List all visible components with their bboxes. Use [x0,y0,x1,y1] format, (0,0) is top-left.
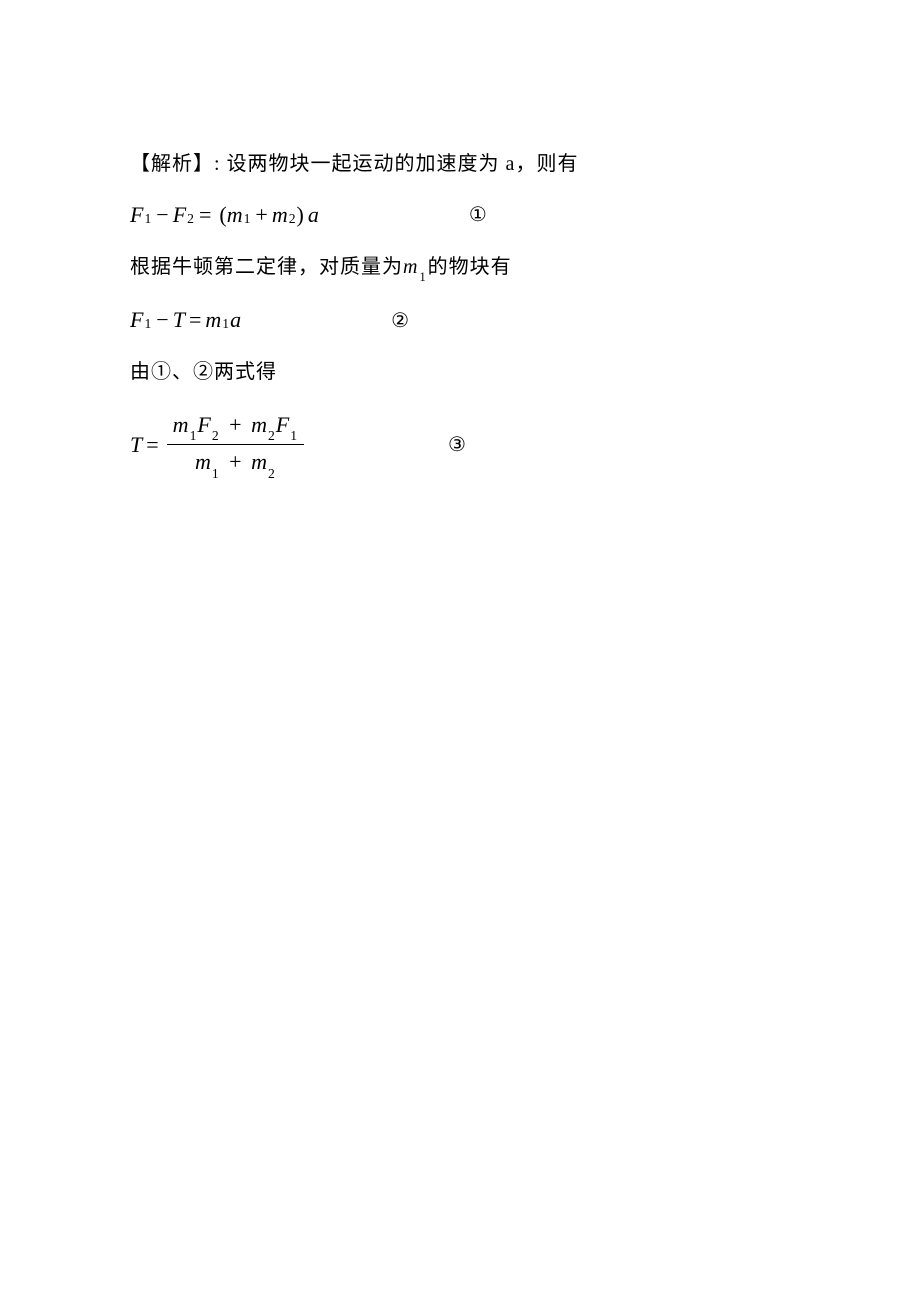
line2-prefix: 根据牛顿第二定律，对质量为 [130,256,403,278]
eq3-den-m2: m [251,449,267,474]
eq3-denominator: m1 + m2 [189,445,282,481]
line2-m-sub: 1 [419,270,426,284]
eq2-T: T [173,305,185,336]
eq3-den-m2-sub: 2 [268,466,275,481]
eq3-den-m1-sub: 1 [212,466,219,481]
eq1-plus: + [255,200,267,231]
eq3-eq: = [146,430,158,461]
analysis-prefix: 【解析】: [130,153,221,175]
eq3-den-m1: m [195,449,211,474]
eq2-m1-sub: 1 [222,314,229,333]
equation-1: F1 − F2 = ( m1 + m2 ) a ① [130,200,790,231]
eq3-num-m2-sub: 2 [268,428,275,443]
line2-m: m [403,256,418,278]
line2-suffix: 的物块有 [428,256,512,278]
equation-2: F1 − T = m1 a ② [130,305,790,336]
eq3-num-F1-sub: 1 [290,428,297,443]
eq3-num-m2: m [251,412,267,437]
eq1-m1-sub: 1 [244,209,251,228]
eq1-lparen: ( [219,200,226,231]
eq3-num-F1: F [276,412,289,437]
eq2-F1-sub: 1 [144,314,151,333]
eq2-minus: − [156,305,168,336]
eq1-a: a [308,200,319,231]
line3-text: 由①、②两式得 [130,361,277,383]
analysis-text-1: 设两物块一起运动的加速度为 a，则有 [227,153,579,175]
eq3-num-m1: m [173,412,189,437]
equation-1-body: F1 − F2 = ( m1 + m2 ) a [130,200,319,231]
eq2-a: a [230,305,241,336]
eq1-label: ① [469,201,487,229]
eq1-m2: m [272,200,288,231]
eq1-m2-sub: 2 [289,209,296,228]
eq1-F1-sub: 1 [144,209,151,228]
eq2-label: ② [391,307,409,335]
eq1-minus: − [156,200,168,231]
eq3-plus-d: + [229,449,241,474]
eq1-m1: m [227,200,243,231]
eq1-F1: F [130,200,143,231]
equation-3-body: T = m1F2 + m2F1 m1 + m2 [130,408,308,482]
analysis-line-1: 【解析】: 设两物块一起运动的加速度为 a，则有 [130,150,790,178]
eq2-m1: m [205,305,221,336]
eq3-num-F2: F [197,412,210,437]
eq2-F1: F [130,305,143,336]
eq2-eq: = [189,305,201,336]
eq3-numerator: m1F2 + m2F1 [167,408,304,445]
eq3-T: T [130,430,142,461]
eq1-eq: = [199,200,211,231]
eq1-rparen: ) [297,200,304,231]
analysis-line-2: 根据牛顿第二定律，对质量为m1的物块有 [130,253,790,283]
eq3-num-F2-sub: 2 [212,428,219,443]
eq1-F2: F [173,200,186,231]
eq1-F2-sub: 2 [187,209,194,228]
eq3-fraction: m1F2 + m2F1 m1 + m2 [167,408,304,482]
equation-3: T = m1F2 + m2F1 m1 + m2 ③ [130,408,790,482]
analysis-line-3: 由①、②两式得 [130,358,790,386]
equation-2-body: F1 − T = m1 a [130,305,241,336]
eq3-num-m1-sub: 1 [190,428,197,443]
eq3-plus-n: + [229,412,241,437]
eq3-label: ③ [448,431,466,459]
